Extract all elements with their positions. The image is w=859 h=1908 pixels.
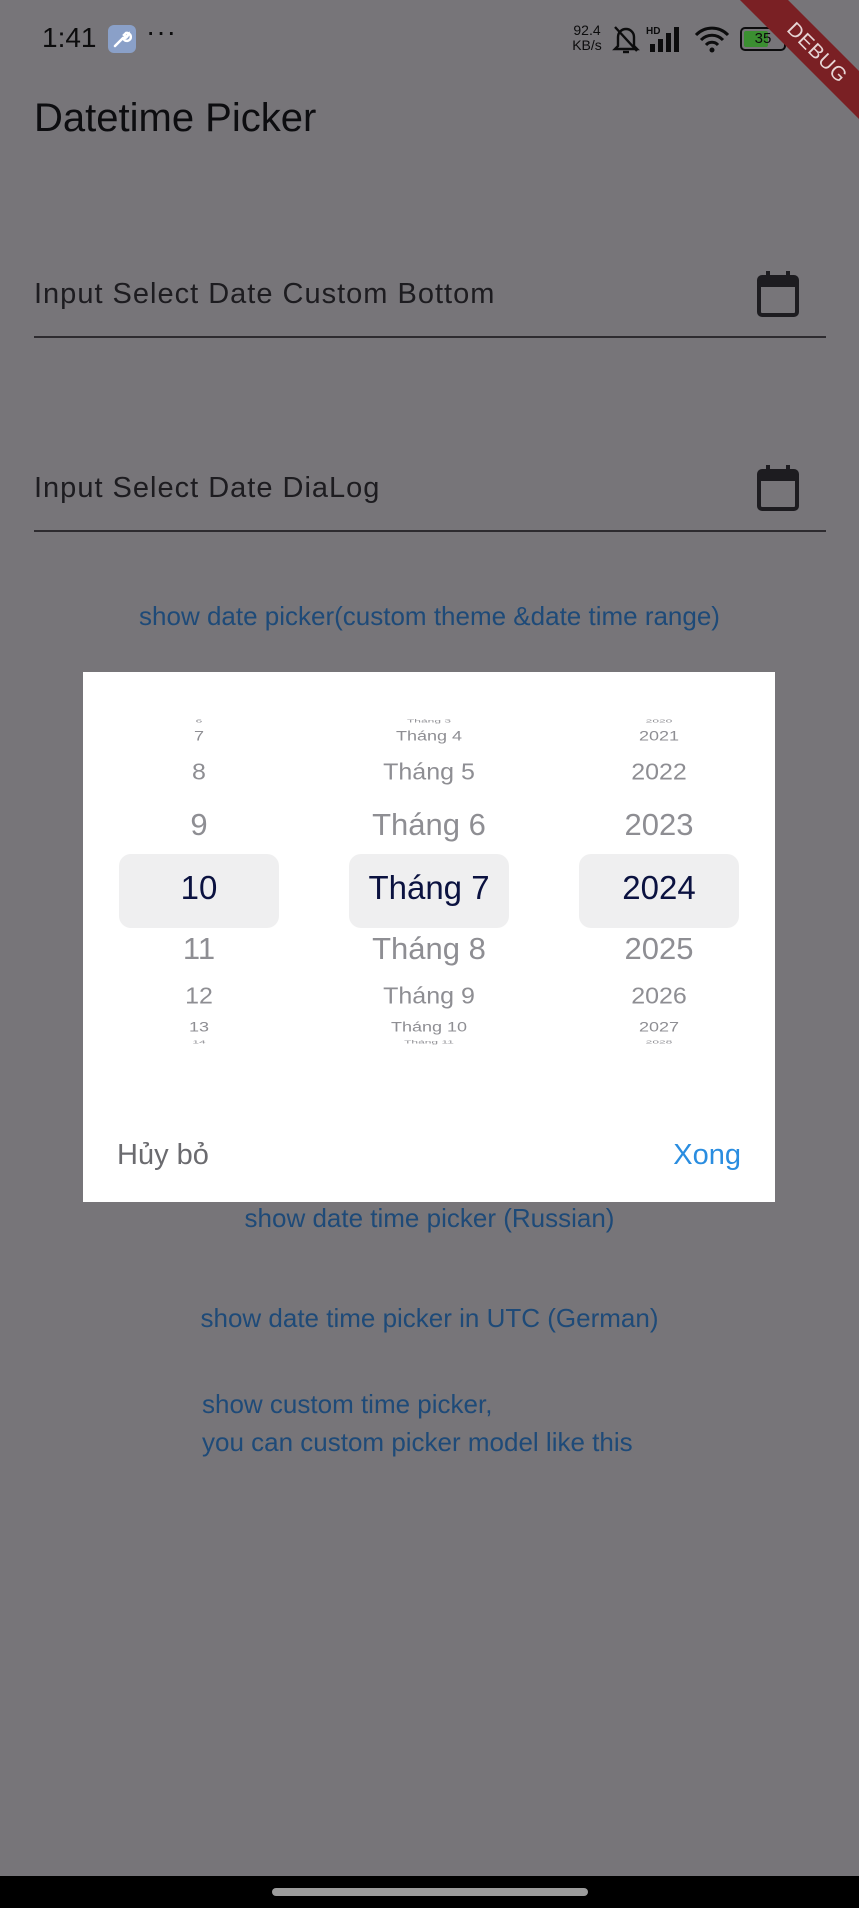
day-wheel[interactable]: 6 7 8 9 10 11 12 13 14 <box>84 672 314 1092</box>
day-option[interactable]: 7 <box>84 729 314 745</box>
year-option[interactable]: 2020 <box>544 719 774 724</box>
month-option[interactable]: Tháng 9 <box>314 983 544 1010</box>
year-option[interactable]: 2025 <box>544 931 774 967</box>
wrench-icon <box>108 25 136 53</box>
day-option[interactable]: 11 <box>84 931 314 967</box>
date-field-custom-bottom-label: Input Select Date Custom Bottom <box>34 278 496 310</box>
year-option[interactable]: 2026 <box>544 983 774 1010</box>
day-option[interactable]: 8 <box>84 759 314 786</box>
year-wheel[interactable]: 2020 2021 2022 2023 2024 2025 2026 2027 2028 <box>544 672 774 1092</box>
year-option[interactable]: 2023 <box>544 807 774 843</box>
year-option[interactable]: 2022 <box>544 759 774 786</box>
navigation-bar <box>0 1876 859 1908</box>
day-option[interactable]: 12 <box>84 983 314 1010</box>
month-wheel[interactable]: Tháng 3 Tháng 4 Tháng 5 Tháng 6 Tháng 7 Tháng… <box>314 672 544 1092</box>
year-option[interactable]: 2028 <box>544 1040 774 1045</box>
custom-time-picker-line1: show custom time picker, <box>202 1389 493 1419</box>
calendar-icon[interactable] <box>756 464 800 512</box>
german-utc-picker-button[interactable]: show date time picker in UTC (German) <box>0 1303 859 1334</box>
calendar-icon[interactable] <box>756 270 800 318</box>
cancel-button[interactable]: Hủy bỏ <box>117 1139 209 1172</box>
status-bar: 1:41 ··· 92.4 KB/s HD 35 <box>0 0 859 80</box>
mute-bell-icon <box>612 26 640 54</box>
svg-text:HD: HD <box>646 26 660 37</box>
month-option[interactable]: Tháng 3 <box>314 719 544 724</box>
network-speed-unit: KB/s <box>572 37 602 53</box>
date-field-dialog[interactable]: Input Select Date DiaLog <box>34 442 826 532</box>
custom-time-picker-button[interactable]: show custom time picker, you can custom … <box>202 1385 633 1461</box>
month-option[interactable]: Tháng 11 <box>314 1040 544 1045</box>
year-option[interactable]: 2027 <box>544 1020 774 1036</box>
more-dots-icon: ··· <box>146 16 177 47</box>
day-option[interactable]: 14 <box>84 1040 314 1045</box>
page-title: Datetime Picker <box>34 96 317 140</box>
day-option[interactable]: 13 <box>84 1020 314 1036</box>
network-speed: 92.4 KB/s <box>568 23 606 53</box>
date-field-custom-bottom[interactable]: Input Select Date Custom Bottom <box>34 248 826 338</box>
done-button[interactable]: Xong <box>673 1139 741 1172</box>
month-option[interactable]: Tháng 7 <box>314 869 544 907</box>
date-field-dialog-label: Input Select Date DiaLog <box>34 472 381 504</box>
wifi-icon <box>694 26 730 53</box>
home-gesture-handle[interactable] <box>272 1888 588 1896</box>
month-option[interactable]: Tháng 4 <box>314 729 544 745</box>
month-option[interactable]: Tháng 8 <box>314 931 544 967</box>
status-time: 1:41 <box>42 22 97 53</box>
custom-theme-picker-button[interactable]: show date picker(custom theme &date time… <box>0 601 859 632</box>
russian-picker-button[interactable]: show date time picker (Russian) <box>0 1203 859 1234</box>
network-speed-value: 92.4 <box>573 22 601 38</box>
year-option[interactable]: 2024 <box>544 869 774 907</box>
month-option[interactable]: Tháng 6 <box>314 807 544 843</box>
hd-signal-icon: HD <box>646 26 679 52</box>
day-option[interactable]: 9 <box>84 807 314 843</box>
date-picker-dialog: 6 7 8 9 10 11 12 13 14 Tháng 3 Tháng 4 Tháng 5 Thán… <box>83 672 775 1202</box>
custom-time-picker-line2: you can custom picker model like this <box>202 1427 633 1457</box>
day-option[interactable]: 6 <box>84 719 314 724</box>
day-option[interactable]: 10 <box>84 869 314 907</box>
month-option[interactable]: Tháng 10 <box>314 1020 544 1036</box>
month-option[interactable]: Tháng 5 <box>314 759 544 786</box>
year-option[interactable]: 2021 <box>544 729 774 745</box>
